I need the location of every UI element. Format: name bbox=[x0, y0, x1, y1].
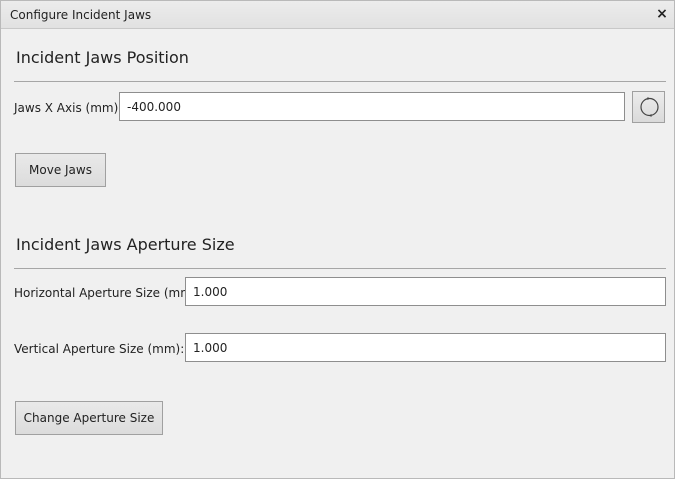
position-divider bbox=[14, 81, 666, 82]
aperture-section-title: Incident Jaws Aperture Size bbox=[16, 235, 235, 254]
change-aperture-size-button[interactable]: Change Aperture Size bbox=[15, 401, 163, 435]
vertical-aperture-label: Vertical Aperture Size (mm): bbox=[14, 342, 185, 356]
configure-incident-jaws-window: Configure Incident Jaws × Incident Jaws … bbox=[0, 0, 675, 479]
close-icon[interactable]: × bbox=[654, 6, 670, 22]
vertical-aperture-input[interactable] bbox=[185, 333, 666, 362]
move-jaws-button[interactable]: Move Jaws bbox=[15, 153, 106, 187]
aperture-divider bbox=[14, 268, 666, 269]
refresh-button[interactable] bbox=[632, 91, 665, 123]
horizontal-aperture-input[interactable] bbox=[185, 277, 666, 306]
jaws-x-axis-label: Jaws X Axis (mm): bbox=[14, 101, 123, 115]
position-section-title: Incident Jaws Position bbox=[16, 48, 189, 67]
horizontal-aperture-label: Horizontal Aperture Size (mm): bbox=[14, 286, 201, 300]
title-bar: Configure Incident Jaws × bbox=[1, 1, 674, 29]
jaws-x-axis-input[interactable] bbox=[119, 92, 625, 121]
window-title: Configure Incident Jaws bbox=[10, 8, 152, 22]
refresh-icon bbox=[640, 97, 659, 117]
